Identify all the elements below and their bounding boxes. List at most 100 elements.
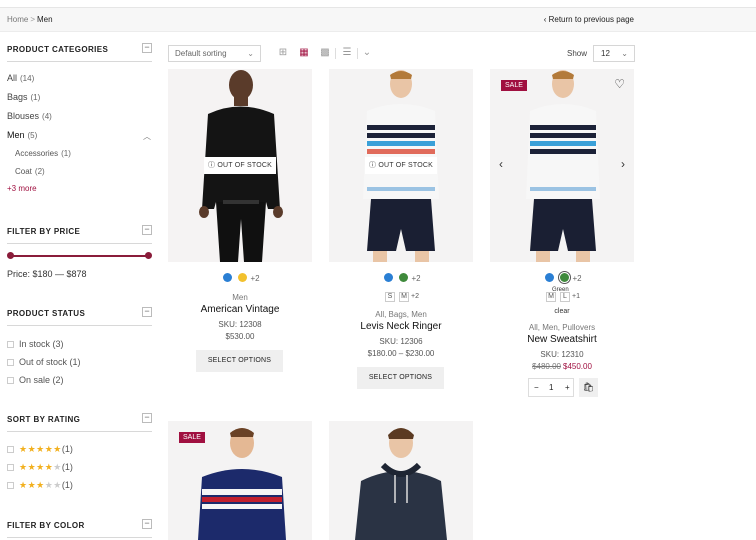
- info-icon: ⓘ: [368, 162, 377, 169]
- swatch-green[interactable]: [399, 273, 409, 282]
- more-sizes[interactable]: +2: [411, 293, 419, 300]
- product-name[interactable]: New Sweatshirt: [490, 334, 634, 345]
- collapse-icon[interactable]: −: [142, 413, 152, 423]
- swatch-blue[interactable]: [384, 273, 394, 282]
- product-image[interactable]: SALE ♡ ‹ ›: [490, 69, 634, 262]
- show-label: Show: [567, 49, 588, 58]
- price-title: FILTER BY PRICE: [7, 227, 81, 236]
- collapse-icon[interactable]: −: [142, 519, 152, 529]
- breadcrumb: Home > Men: [7, 15, 53, 24]
- old-price: $480.00: [532, 362, 561, 371]
- chevron-down-icon[interactable]: ⌄: [361, 47, 373, 59]
- status-in-stock[interactable]: In stock (3): [7, 339, 64, 349]
- product-price: $180.00 – $230.00: [367, 349, 435, 358]
- breadcrumb-separator: >: [30, 15, 36, 24]
- rating-4[interactable]: ★★★★★(1): [7, 462, 73, 473]
- category-men[interactable]: Men (5): [7, 130, 37, 140]
- swatch-yellow[interactable]: [238, 273, 248, 282]
- collapse-icon[interactable]: −: [142, 225, 152, 235]
- checkbox[interactable]: [7, 446, 14, 453]
- quantity-stepper[interactable]: − 1 +: [528, 378, 574, 397]
- product-image[interactable]: SALE: [168, 421, 312, 540]
- checkbox[interactable]: [7, 359, 14, 366]
- rating-title: SORT BY RATING: [7, 415, 81, 424]
- per-page-select[interactable]: 12 ⌄: [593, 45, 635, 62]
- categories-title: PRODUCT CATEGORIES: [7, 45, 109, 54]
- price-range-track: [10, 255, 150, 257]
- chevron-left-icon[interactable]: ‹: [499, 157, 503, 171]
- size-l[interactable]: L: [560, 292, 570, 302]
- heart-icon[interactable]: ♡: [614, 77, 625, 91]
- product-name[interactable]: American Vintage: [168, 304, 312, 315]
- product-sku: SKU: 12310: [540, 350, 584, 359]
- checkbox[interactable]: [7, 464, 14, 471]
- price-header[interactable]: FILTER BY PRICE −: [7, 214, 152, 244]
- product-category[interactable]: All, Bags, Men: [329, 310, 473, 319]
- status-out-of-stock[interactable]: Out of stock (1): [7, 357, 81, 367]
- clear-selection-link[interactable]: clear: [490, 308, 634, 315]
- show-more-link[interactable]: +3 more: [7, 184, 37, 193]
- size-m[interactable]: M: [546, 292, 556, 302]
- list-view-icon[interactable]: ☰: [341, 47, 353, 59]
- add-to-cart-button[interactable]: 🛍: [579, 378, 598, 397]
- return-link-label: Return to previous page: [548, 15, 634, 24]
- chevron-left-icon: ‹: [543, 15, 547, 24]
- category-accessories[interactable]: Accessories (1): [15, 149, 71, 158]
- categories-header[interactable]: PRODUCT CATEGORIES −: [7, 32, 152, 62]
- status-on-sale[interactable]: On sale (2): [7, 375, 64, 385]
- breadcrumb-current: Men: [37, 15, 53, 24]
- checkbox[interactable]: [7, 482, 14, 489]
- chevron-up-icon[interactable]: ︿: [143, 131, 151, 142]
- quantity-value[interactable]: 1: [549, 383, 553, 392]
- color-swatches: +2: [329, 273, 473, 283]
- product-category[interactable]: Men: [168, 293, 312, 302]
- breadcrumb-bar: Home > Men ‹ Return to previous page: [0, 8, 756, 32]
- sort-select[interactable]: Default sorting ⌄: [168, 45, 261, 62]
- color-header[interactable]: FILTER BY COLOR −: [7, 508, 152, 538]
- shopping-bag-icon: 🛍: [582, 382, 595, 392]
- product-name[interactable]: Levis Neck Ringer: [329, 321, 473, 332]
- minus-icon[interactable]: −: [534, 383, 539, 392]
- category-all[interactable]: All (14): [7, 73, 34, 83]
- more-colors[interactable]: +2: [250, 274, 259, 283]
- checkbox[interactable]: [7, 341, 14, 348]
- plus-icon[interactable]: +: [565, 383, 570, 392]
- more-sizes[interactable]: +1: [572, 293, 580, 300]
- select-options-button[interactable]: SELECT OPTIONS: [196, 350, 283, 372]
- price-min-handle[interactable]: [7, 252, 14, 259]
- status-title: PRODUCT STATUS: [7, 309, 86, 318]
- rating-3[interactable]: ★★★★★(1): [7, 480, 73, 491]
- product-photo: [490, 69, 634, 262]
- swatch-green[interactable]: [560, 273, 570, 282]
- product-image[interactable]: ⓘ OUT OF STOCK: [329, 69, 473, 262]
- collapse-icon[interactable]: −: [142, 43, 152, 53]
- collapse-icon[interactable]: −: [142, 307, 152, 317]
- grid-4-view-icon[interactable]: ▩: [319, 47, 331, 59]
- size-m[interactable]: M: [399, 292, 409, 302]
- breadcrumb-home[interactable]: Home: [7, 15, 28, 24]
- grid-2-view-icon[interactable]: ⊞: [277, 47, 289, 59]
- return-link[interactable]: ‹ Return to previous page: [544, 15, 634, 24]
- checkbox[interactable]: [7, 377, 14, 384]
- price-max-handle[interactable]: [145, 252, 152, 259]
- chevron-right-icon[interactable]: ›: [621, 157, 625, 171]
- category-coat[interactable]: Coat (2): [15, 167, 45, 176]
- swatch-blue[interactable]: [545, 273, 555, 282]
- size-s[interactable]: S: [385, 292, 395, 302]
- divider: [335, 48, 336, 59]
- category-blouses[interactable]: Blouses (4): [7, 111, 52, 121]
- rating-5[interactable]: ★★★★★(1): [7, 444, 73, 455]
- more-colors[interactable]: +2: [411, 274, 420, 283]
- more-colors[interactable]: +2: [572, 274, 581, 283]
- swatch-blue[interactable]: [223, 273, 233, 282]
- sale-price: $450.00: [563, 362, 592, 371]
- price-range-label: Price: $180 — $878: [7, 269, 87, 279]
- product-image[interactable]: [329, 421, 473, 540]
- grid-3-view-icon[interactable]: ▦: [298, 47, 310, 59]
- product-category[interactable]: All, Men, Pullovers: [490, 323, 634, 332]
- select-options-button[interactable]: SELECT OPTIONS: [357, 367, 444, 389]
- rating-header[interactable]: SORT BY RATING −: [7, 402, 152, 432]
- category-bags[interactable]: Bags (1): [7, 92, 40, 102]
- product-image[interactable]: ⓘ OUT OF STOCK: [168, 69, 312, 262]
- status-header[interactable]: PRODUCT STATUS −: [7, 296, 152, 326]
